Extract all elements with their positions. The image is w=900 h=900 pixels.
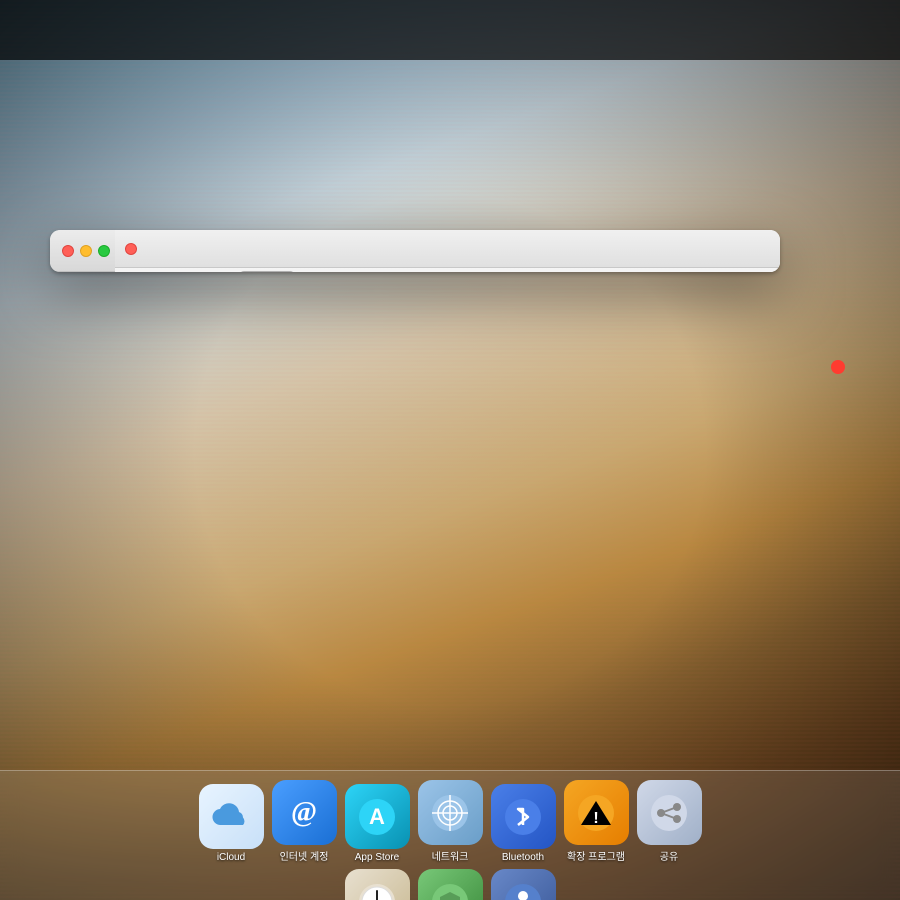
svg-text:A: A: [369, 804, 385, 829]
dock-item-network[interactable]: 네트워크: [418, 780, 483, 863]
dock-icon-mail: @: [272, 780, 337, 845]
dock-item-accessibility[interactable]: ! 확장 프로그램: [564, 780, 629, 863]
dock-label-network: 네트워크: [432, 848, 469, 863]
dock-item-person[interactable]: [491, 869, 556, 900]
dock-item-appstore[interactable]: A App Store: [345, 784, 410, 863]
dock-icon-accessibility: !: [564, 780, 629, 845]
dock-icon-share: [637, 780, 702, 845]
dock-row-1: iCloud @ 인터넷 계정 A App Store: [189, 776, 712, 867]
dock-label-appstore: App Store: [355, 852, 399, 863]
dock-label-share: 공유: [660, 848, 678, 863]
dock-label-icloud: iCloud: [217, 852, 245, 863]
system-preferences-window: ‹ › 시스템 환경설정 🔍 검색: [50, 230, 780, 272]
tabs-bar: 개요 디스플레이 저장 공간 메모리 지원 서비스: [115, 268, 780, 272]
dock-icon-icloud: [199, 784, 264, 849]
dock-item-share[interactable]: 공유: [637, 780, 702, 863]
maximize-button[interactable]: [98, 245, 110, 257]
dock-item-maps[interactable]: [418, 869, 483, 900]
about-close-button[interactable]: [125, 243, 137, 255]
notification-badge: [831, 360, 845, 374]
dock-label-accessibility: 확장 프로그램: [567, 848, 625, 863]
tab-overview[interactable]: 개요: [239, 271, 295, 272]
dock-label-mail: 인터넷 계정: [280, 848, 329, 863]
dock-icon-person: [491, 869, 556, 900]
scan-overlay: [0, 0, 900, 900]
dock-item-clock[interactable]: [345, 869, 410, 900]
dock-icon-maps: [418, 869, 483, 900]
dock-icon-appstore: A: [345, 784, 410, 849]
dock-icon-clock: [345, 869, 410, 900]
dock-icon-network: [418, 780, 483, 845]
dock-item-mail[interactable]: @ 인터넷 계정: [272, 780, 337, 863]
svg-text:!: !: [593, 810, 598, 827]
dock-row-2: [335, 867, 566, 900]
about-titlebar: [115, 230, 780, 268]
desktop: ‹ › 시스템 환경설정 🔍 검색: [0, 0, 900, 900]
dock-item-bluetooth[interactable]: Bluetooth: [491, 784, 556, 863]
dock-icon-bluetooth: [491, 784, 556, 849]
dock: iCloud @ 인터넷 계정 A App Store: [0, 770, 900, 900]
close-button[interactable]: [62, 245, 74, 257]
traffic-lights: [62, 245, 110, 257]
minimize-button[interactable]: [80, 245, 92, 257]
dock-label-bluetooth: Bluetooth: [502, 852, 544, 863]
top-bar: [0, 0, 900, 60]
about-mac-window: 개요 디스플레이 저장 공간 메모리 지원 서비스: [115, 230, 780, 272]
dock-item-icloud[interactable]: iCloud: [199, 784, 264, 863]
